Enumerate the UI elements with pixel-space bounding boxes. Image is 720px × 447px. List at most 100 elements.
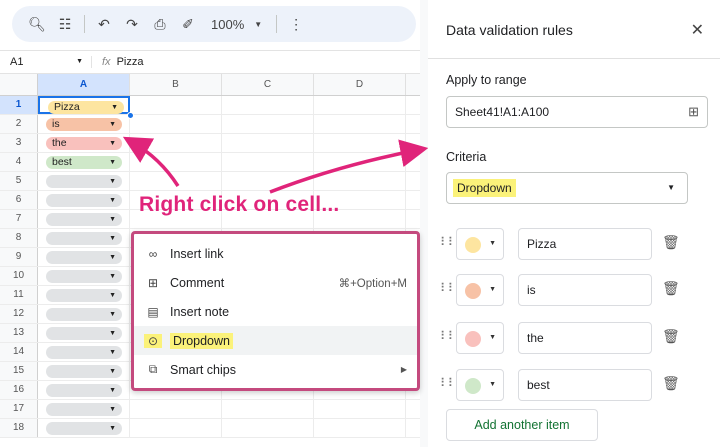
menus-icon[interactable]: ☷: [54, 13, 76, 35]
cell-b[interactable]: [130, 153, 222, 171]
trash-icon[interactable]: 🗑︎: [662, 375, 680, 392]
menu-item-insert-link[interactable]: ∞ Insert link: [134, 239, 417, 268]
row-header[interactable]: 7: [0, 210, 38, 228]
grid-select-icon[interactable]: ⊞: [688, 97, 699, 127]
dropdown-chip[interactable]: ▼: [46, 308, 122, 321]
cell-a[interactable]: ▼: [38, 419, 130, 437]
cell-a[interactable]: best ▼: [38, 153, 130, 171]
row-header[interactable]: 14: [0, 343, 38, 361]
cell-a[interactable]: ▼: [38, 210, 130, 228]
dropdown-chip[interactable]: ▼: [46, 327, 122, 340]
select-all-corner[interactable]: [0, 74, 38, 95]
cell-c[interactable]: [222, 96, 314, 114]
dropdown-chip[interactable]: ▼: [46, 175, 122, 188]
dropdown-chip[interactable]: ▼: [46, 422, 122, 435]
dropdown-chip[interactable]: ▼: [46, 251, 122, 264]
cell-b[interactable]: [130, 172, 222, 190]
redo-icon[interactable]: ↷: [121, 13, 143, 35]
row-header[interactable]: 4: [0, 153, 38, 171]
cell-d[interactable]: [314, 400, 406, 418]
print-icon[interactable]: ⎙: [149, 13, 171, 35]
item-value-input[interactable]: is: [518, 274, 652, 306]
cell-b[interactable]: [130, 419, 222, 437]
menu-item-comment[interactable]: ⊞ Comment ⌘+Option+M: [134, 268, 417, 297]
row-header[interactable]: 6: [0, 191, 38, 209]
dropdown-chip[interactable]: ▼: [46, 270, 122, 283]
row-header[interactable]: 16: [0, 381, 38, 399]
cell-c[interactable]: [222, 400, 314, 418]
menu-item-smart-chips[interactable]: ⧉ Smart chips ▶: [134, 355, 417, 384]
cell-a[interactable]: ▼: [38, 248, 130, 266]
row-header[interactable]: 10: [0, 267, 38, 285]
add-item-button[interactable]: Add another item: [446, 409, 598, 441]
column-header-a[interactable]: A: [38, 74, 130, 95]
dropdown-chip[interactable]: ▼: [46, 289, 122, 302]
menu-item-insert-note[interactable]: ▤ Insert note: [134, 297, 417, 326]
dropdown-chip[interactable]: ▼: [46, 384, 122, 397]
dropdown-chip[interactable]: ▼: [46, 194, 122, 207]
cell-c[interactable]: [222, 134, 314, 152]
row-header[interactable]: 8: [0, 229, 38, 247]
cell-a[interactable]: ▼: [38, 362, 130, 380]
row-header[interactable]: 9: [0, 248, 38, 266]
column-header-c[interactable]: C: [222, 74, 314, 95]
drag-handle-icon[interactable]: ⠇⠇: [440, 376, 457, 390]
row-header[interactable]: 13: [0, 324, 38, 342]
dropdown-chip[interactable]: ▼: [46, 346, 122, 359]
zoom-select[interactable]: 100% ▼: [205, 17, 268, 32]
row-header[interactable]: 2: [0, 115, 38, 133]
row-header[interactable]: 17: [0, 400, 38, 418]
cell-d[interactable]: [314, 96, 406, 114]
cell-a[interactable]: ▼: [38, 191, 130, 209]
drag-handle-icon[interactable]: ⠇⠇: [440, 235, 457, 249]
row-header[interactable]: 18: [0, 419, 38, 437]
cell-d[interactable]: [314, 134, 406, 152]
search-icon[interactable]: 🔍︎: [26, 13, 48, 35]
cell-a[interactable]: ▼: [38, 305, 130, 323]
cell-a[interactable]: ▼: [38, 324, 130, 342]
color-picker[interactable]: ▼: [456, 228, 504, 260]
color-picker[interactable]: ▼: [456, 274, 504, 306]
cell-b[interactable]: [130, 134, 222, 152]
cell-c[interactable]: [222, 115, 314, 133]
row-header[interactable]: 12: [0, 305, 38, 323]
row-header[interactable]: 15: [0, 362, 38, 380]
cell-d[interactable]: [314, 419, 406, 437]
color-picker[interactable]: ▼: [456, 369, 504, 401]
cell-b[interactable]: [130, 96, 222, 114]
dropdown-chip[interactable]: is ▼: [46, 118, 122, 131]
range-input[interactable]: Sheet41!A1:A100 ⊞: [446, 96, 708, 128]
close-icon[interactable]: ✕: [691, 20, 704, 40]
column-header-b[interactable]: B: [130, 74, 222, 95]
cell-a[interactable]: ▼: [38, 229, 130, 247]
cell-d[interactable]: [314, 153, 406, 171]
cell-a[interactable]: ▼: [38, 286, 130, 304]
more-icon[interactable]: ⋮: [285, 13, 307, 35]
trash-icon[interactable]: 🗑︎: [662, 280, 680, 297]
cell-a[interactable]: Pizza ▼: [38, 96, 130, 114]
item-value-input[interactable]: the: [518, 322, 652, 354]
cell-d[interactable]: [314, 115, 406, 133]
dropdown-chip[interactable]: ▼: [46, 213, 122, 226]
color-picker[interactable]: ▼: [456, 322, 504, 354]
dropdown-chip[interactable]: ▼: [46, 232, 122, 245]
cell-a[interactable]: ▼: [38, 343, 130, 361]
row-header[interactable]: 3: [0, 134, 38, 152]
cell-a[interactable]: ▼: [38, 172, 130, 190]
row-header[interactable]: 1: [0, 96, 38, 114]
cell-d[interactable]: [314, 172, 406, 190]
cell-a[interactable]: is ▼: [38, 115, 130, 133]
cell-a[interactable]: ▼: [38, 381, 130, 399]
cell-b[interactable]: [130, 115, 222, 133]
menu-item-dropdown[interactable]: ⊙ Dropdown: [134, 326, 417, 355]
cell-a[interactable]: ▼: [38, 400, 130, 418]
column-header-d[interactable]: D: [314, 74, 406, 95]
dropdown-chip[interactable]: the ▼: [46, 137, 122, 150]
name-box[interactable]: A1 ▼: [0, 56, 92, 68]
drag-handle-icon[interactable]: ⠇⠇: [440, 329, 457, 343]
formula-input[interactable]: Pizza: [117, 56, 144, 68]
paint-format-icon[interactable]: ✐: [177, 13, 199, 35]
cell-c[interactable]: [222, 419, 314, 437]
dropdown-chip[interactable]: Pizza ▼: [48, 101, 124, 114]
undo-icon[interactable]: ↶: [93, 13, 115, 35]
